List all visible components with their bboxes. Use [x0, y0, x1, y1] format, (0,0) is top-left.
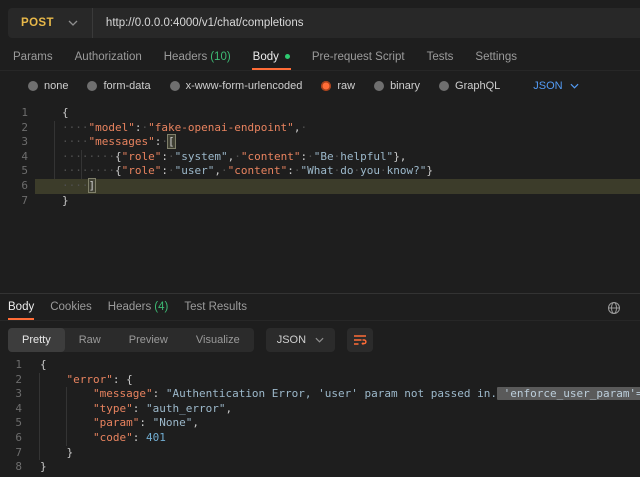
tab-pre-request-script[interactable]: Pre-request Script [301, 44, 416, 70]
chevron-down-icon [315, 337, 324, 343]
radio-x-www-form-urlencoded[interactable]: x-www-form-urlencoded [170, 80, 303, 92]
code-line: 5········{"role":·"user",·"content":·"Wh… [0, 164, 640, 179]
line-number: 3 [0, 135, 35, 150]
radio-icon [28, 81, 38, 91]
raw-format-dropdown[interactable]: JSON [533, 80, 578, 92]
radio-icon-selected [321, 81, 331, 91]
globe-icon[interactable] [606, 300, 622, 316]
divider [92, 8, 93, 38]
url-input[interactable]: http://0.0.0.0:4000/v1/chat/completions [106, 17, 304, 29]
response-tabs: Body Cookies Headers(4) Test Results [0, 294, 640, 321]
view-pretty[interactable]: Pretty [8, 328, 65, 352]
view-preview[interactable]: Preview [115, 328, 182, 352]
radio-label: raw [337, 80, 355, 92]
radio-label: form-data [103, 80, 150, 92]
line-number: 2 [0, 373, 22, 388]
tab-headers[interactable]: Headers(10) [153, 44, 242, 70]
wrap-text-icon [353, 334, 367, 346]
postman-window: { "request_bar": { "method": "POST", "ur… [0, 0, 640, 477]
radio-raw[interactable]: raw [321, 80, 355, 92]
radio-icon [439, 81, 449, 91]
code-line: 3····"messages":·[ [0, 135, 640, 150]
radio-label: none [44, 80, 68, 92]
response-body-editor[interactable]: 1{2 "error": {3 "message": "Authenticati… [0, 356, 640, 477]
view-raw[interactable]: Raw [65, 328, 115, 352]
radio-graphql[interactable]: GraphQL [439, 80, 500, 92]
code-line: 1{ [0, 106, 640, 121]
line-number: 4 [0, 402, 22, 417]
body-type-options: none form-data x-www-form-urlencoded raw… [28, 76, 579, 96]
response-view-switcher: Pretty Raw Preview Visualize [8, 328, 254, 352]
tab-body-label: Body [253, 51, 279, 63]
response-view-toolbar: Pretty Raw Preview Visualize JSON [8, 328, 373, 352]
code-line: 4 "type": "auth_error", [0, 402, 640, 417]
tab-test-results[interactable]: Test Results [176, 294, 255, 320]
line-number: 7 [0, 194, 35, 209]
radio-icon [374, 81, 384, 91]
code-line: 6····] [0, 179, 640, 194]
response-headers-count-badge: (4) [154, 301, 168, 313]
radio-label: binary [390, 80, 420, 92]
code-line: 2····"model":·"fake-openai-endpoint",· [0, 121, 640, 136]
code-line: 8} [0, 460, 640, 475]
line-number: 4 [0, 150, 35, 165]
code-line: 3 "message": "Authentication Error, 'use… [0, 387, 640, 402]
code-line: 7 } [0, 446, 640, 461]
tab-cookies[interactable]: Cookies [42, 294, 100, 320]
tab-settings[interactable]: Settings [464, 44, 528, 70]
line-number: 6 [0, 179, 35, 194]
chevron-down-icon [570, 83, 579, 89]
radio-form-data[interactable]: form-data [87, 80, 150, 92]
tab-params[interactable]: Params [2, 44, 64, 70]
radio-icon [170, 81, 180, 91]
line-number: 8 [0, 460, 22, 475]
tab-response-headers[interactable]: Headers(4) [100, 294, 177, 320]
line-number: 1 [0, 106, 35, 121]
tab-body[interactable]: Body [242, 44, 301, 70]
request-tabs: Params Authorization Headers(10) Body Pr… [0, 44, 640, 71]
request-body-editor[interactable]: 1{2····"model":·"fake-openai-endpoint",·… [0, 102, 640, 297]
line-number: 5 [0, 164, 35, 179]
radio-binary[interactable]: binary [374, 80, 420, 92]
radio-none[interactable]: none [28, 80, 68, 92]
tab-authorization[interactable]: Authorization [64, 44, 153, 70]
radio-label: x-www-form-urlencoded [186, 80, 303, 92]
line-number: 1 [0, 358, 22, 373]
code-line: 7} [0, 194, 640, 209]
tab-response-body[interactable]: Body [0, 294, 42, 320]
wrap-text-button[interactable] [347, 328, 373, 352]
line-number: 6 [0, 431, 22, 446]
body-modified-dot [285, 54, 290, 59]
radio-label: GraphQL [455, 80, 500, 92]
line-number: 2 [0, 121, 35, 136]
code-line: 6 "code": 401 [0, 431, 640, 446]
line-number: 5 [0, 416, 22, 431]
tab-tests[interactable]: Tests [416, 44, 465, 70]
response-format-dropdown[interactable]: JSON [266, 328, 335, 352]
chevron-down-icon[interactable] [68, 20, 78, 26]
code-line: 1{ [0, 358, 640, 373]
line-number: 7 [0, 446, 22, 461]
raw-format-value: JSON [533, 80, 562, 92]
code-line: 4········{"role":·"system",·"content":·"… [0, 150, 640, 165]
view-visualize[interactable]: Visualize [182, 328, 254, 352]
response-format-value: JSON [277, 334, 306, 346]
method-selector[interactable]: POST [8, 17, 68, 29]
code-line: 2 "error": { [0, 373, 640, 388]
tab-response-headers-label: Headers [108, 301, 151, 313]
tab-headers-label: Headers [164, 51, 207, 63]
code-line: 5 "param": "None", [0, 416, 640, 431]
line-number: 3 [0, 387, 22, 402]
headers-count-badge: (10) [210, 51, 230, 63]
request-url-bar: POST http://0.0.0.0:4000/v1/chat/complet… [8, 8, 640, 38]
radio-icon [87, 81, 97, 91]
